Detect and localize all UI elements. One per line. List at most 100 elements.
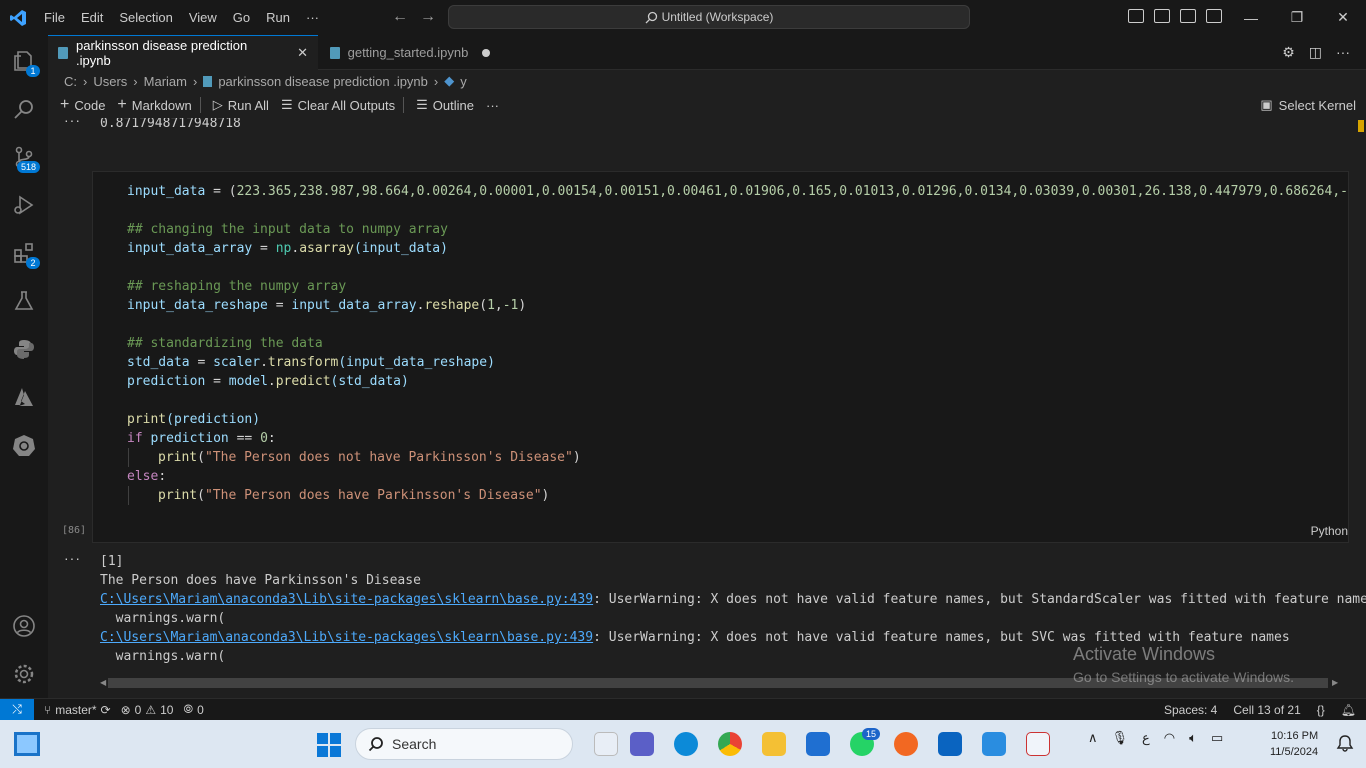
- wifi-icon[interactable]: ◠: [1164, 730, 1175, 746]
- layout-controls: [1128, 9, 1222, 23]
- python-button[interactable]: [0, 325, 48, 373]
- notebook-file-icon: [58, 47, 68, 59]
- forward-arrow-icon[interactable]: →: [420, 8, 448, 25]
- code-line: std_data = scaler.transform(input_data_r…: [127, 355, 495, 370]
- problems-status[interactable]: ⊗ 0 ⚠ 10: [121, 703, 174, 717]
- snipping-tool-icon[interactable]: [1026, 732, 1050, 756]
- outlook-icon[interactable]: [938, 732, 962, 756]
- azure-icon: [15, 388, 33, 406]
- keyboard-language[interactable]: ع: [1142, 730, 1150, 746]
- code-cell[interactable]: input_data = (223.365,238.987,98.664,0.0…: [92, 171, 1349, 543]
- toolbar-more-button[interactable]: ···: [486, 98, 499, 113]
- scroll-left-icon[interactable]: ◀: [100, 678, 106, 687]
- close-window-icon[interactable]: ✕: [1320, 0, 1366, 35]
- settings-gear-icon[interactable]: ⚙: [1282, 44, 1295, 61]
- breadcrumb-symbol[interactable]: y: [460, 74, 467, 89]
- toggle-primary-sidebar-icon[interactable]: [1128, 9, 1144, 23]
- breadcrumb-users[interactable]: Users: [93, 74, 127, 89]
- tab-getting-started[interactable]: getting_started.ipynb: [320, 35, 500, 70]
- manage-button[interactable]: [0, 650, 48, 698]
- menu-more[interactable]: ···: [298, 10, 327, 25]
- source-control-button[interactable]: 518: [0, 133, 48, 181]
- more-actions-icon[interactable]: ···: [1336, 44, 1350, 61]
- explorer-button[interactable]: 1: [0, 37, 48, 85]
- brave-icon[interactable]: [894, 732, 918, 756]
- menu-selection[interactable]: Selection: [111, 10, 180, 25]
- outline-label: Outline: [432, 97, 474, 113]
- notifications-bell-icon[interactable]: 🔔︎: [1341, 703, 1356, 717]
- add-code-cell-button[interactable]: + Code: [60, 96, 105, 114]
- unsaved-dot-icon[interactable]: [482, 48, 490, 57]
- minimize-icon[interactable]: —: [1228, 0, 1274, 35]
- output-actions-icon[interactable]: ···: [64, 550, 81, 566]
- extensions-button[interactable]: 2: [0, 229, 48, 277]
- flask-icon: [14, 291, 34, 310]
- ports-count: 0: [197, 702, 204, 717]
- taskbar-clock[interactable]: 10:16 PM 11/5/2024: [1270, 728, 1318, 760]
- error-count: 0: [134, 702, 142, 717]
- scroll-right-icon[interactable]: ▶: [1332, 678, 1338, 687]
- taskbar-search[interactable]: Search: [355, 728, 573, 760]
- search-button[interactable]: [0, 85, 48, 133]
- toggle-secondary-sidebar-icon[interactable]: [1180, 9, 1196, 23]
- restore-icon[interactable]: ❐: [1274, 0, 1320, 35]
- volume-icon[interactable]: 🔈︎: [1189, 730, 1197, 746]
- customize-layout-icon[interactable]: [1206, 9, 1222, 23]
- menu-go[interactable]: Go: [225, 10, 258, 25]
- menu-run[interactable]: Run: [258, 10, 298, 25]
- clear-all-icon: ☰: [280, 97, 293, 112]
- command-center[interactable]: Untitled (Workspace): [448, 5, 970, 29]
- run-debug-button[interactable]: [0, 181, 48, 229]
- close-tab-icon[interactable]: ✕: [297, 45, 308, 61]
- breadcrumb-mariam[interactable]: Mariam: [144, 74, 187, 89]
- accounts-button[interactable]: [0, 602, 48, 650]
- menu-view[interactable]: View: [181, 10, 225, 25]
- run-all-button[interactable]: ▷ Run All: [213, 97, 269, 113]
- cell-language[interactable]: Python: [1311, 524, 1348, 538]
- battery-icon[interactable]: ▭: [1211, 730, 1223, 746]
- menu-file[interactable]: File: [36, 10, 73, 25]
- kubernetes-button[interactable]: [0, 421, 48, 469]
- chevron-right-icon: ›: [192, 73, 198, 89]
- vscode-icon[interactable]: [982, 732, 1006, 756]
- code-line: print(prediction): [127, 412, 261, 427]
- outline-icon: ☰: [416, 97, 428, 112]
- task-view-icon[interactable]: [594, 732, 618, 756]
- edge-icon[interactable]: [674, 732, 698, 756]
- select-kernel-button[interactable]: ▣ Select Kernel: [1260, 97, 1356, 113]
- output-actions-icon[interactable]: ···: [64, 118, 81, 128]
- indentation-status[interactable]: Spaces: 4: [1164, 703, 1217, 717]
- azure-button[interactable]: [0, 373, 48, 421]
- toggle-panel-icon[interactable]: [1154, 9, 1170, 23]
- notification-bell-icon[interactable]: [1336, 734, 1354, 752]
- breadcrumb-file[interactable]: parkinsson disease prediction .ipynb: [218, 74, 428, 89]
- chrome-icon[interactable]: [718, 732, 742, 756]
- microsoft-store-icon[interactable]: [806, 732, 830, 756]
- remote-indicator[interactable]: ⤭: [0, 698, 34, 721]
- file-explorer-icon[interactable]: [762, 732, 786, 756]
- clear-outputs-button[interactable]: ☰ Clear All Outputs: [281, 97, 395, 113]
- activity-bar: 1 518 2: [0, 35, 48, 698]
- back-arrow-icon[interactable]: ←: [392, 8, 420, 25]
- breadcrumb-drive[interactable]: C:: [64, 74, 77, 89]
- menu-edit[interactable]: Edit: [73, 10, 111, 25]
- add-markdown-cell-button[interactable]: + Markdown: [117, 96, 191, 114]
- branch-status[interactable]: ⑂ master* ⟳: [44, 703, 111, 717]
- widgets-icon[interactable]: [14, 732, 40, 756]
- code-line: prediction = model.predict(std_data): [127, 374, 409, 389]
- cell-position[interactable]: Cell 13 of 21: [1233, 703, 1300, 717]
- code-line: input_data_reshape = input_data_array.re…: [127, 298, 527, 313]
- outline-button[interactable]: ☰ Outline: [416, 97, 474, 113]
- microphone-icon[interactable]: 🎙︎: [1112, 730, 1129, 746]
- warning-file-link[interactable]: C:\Users\Mariam\anaconda3\Lib\site-packa…: [100, 630, 593, 645]
- split-editor-icon[interactable]: ◫: [1309, 44, 1322, 61]
- tab-parkinsson-notebook[interactable]: parkinsson disease prediction .ipynb ✕: [48, 35, 318, 70]
- braces-icon[interactable]: {}: [1317, 703, 1325, 717]
- ports-status[interactable]: ⦾ 0: [183, 702, 203, 717]
- start-button[interactable]: [317, 733, 341, 757]
- chevron-up-icon[interactable]: ∧: [1088, 730, 1098, 746]
- testing-button[interactable]: [0, 277, 48, 325]
- warning-file-link[interactable]: C:\Users\Mariam\anaconda3\Lib\site-packa…: [100, 592, 593, 607]
- search-icon: [645, 11, 657, 23]
- teams-icon[interactable]: [630, 732, 654, 756]
